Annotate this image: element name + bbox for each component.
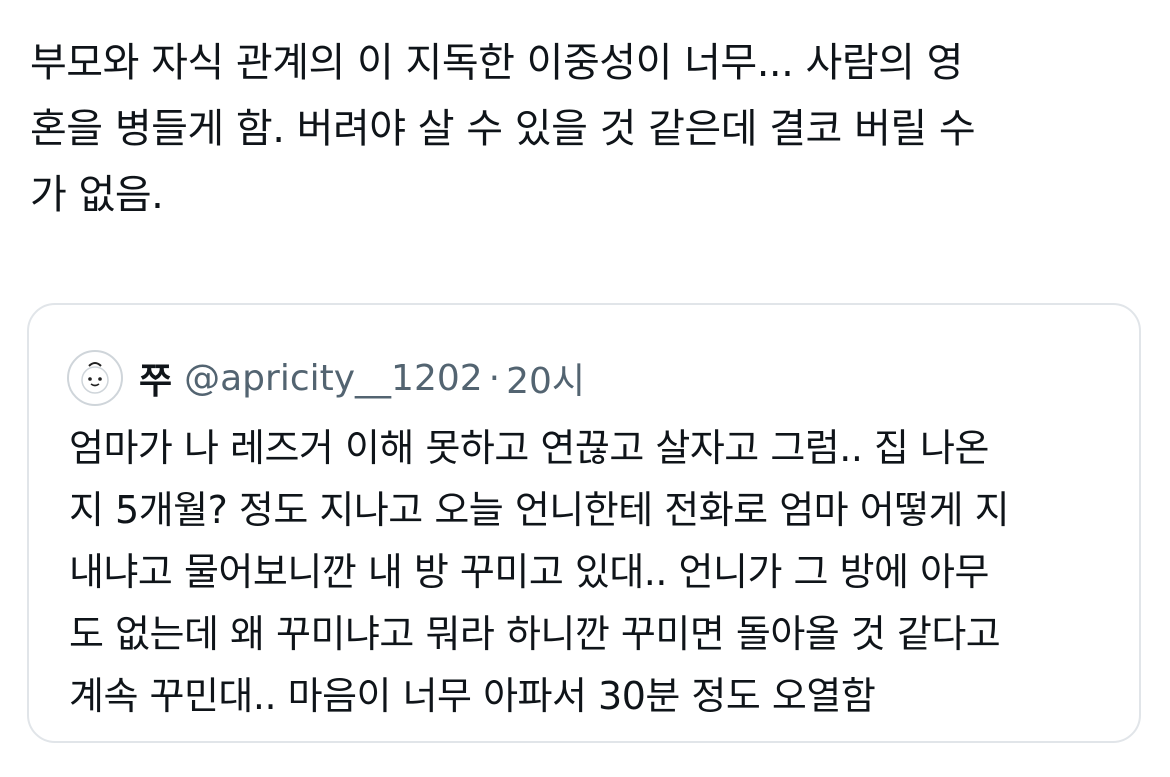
quoted-handle[interactable]: @apricity__1202 <box>184 358 483 399</box>
quoted-tweet-card[interactable]: 쭈 @apricity__1202 · 20시 엄마가 나 레즈거 이해 못하고… <box>27 303 1141 743</box>
separator-dot: · <box>488 357 501 399</box>
tweet-text: 부모와 자식 관계의 이 지독한 이중성이 너무... 사람의 영 혼을 병들게… <box>30 40 976 218</box>
smiling-face-icon <box>81 362 109 394</box>
quoted-tweet-header: 쭈 @apricity__1202 · 20시 <box>67 349 585 407</box>
quoted-timestamp[interactable]: 20시 <box>506 352 585 404</box>
quoted-display-name[interactable]: 쭈 <box>139 352 172 404</box>
quoted-tweet-text: 엄마가 나 레즈거 이해 못하고 연끊고 살자고 그럼.. 집 나온 지 5개월… <box>69 426 1010 718</box>
avatar[interactable] <box>67 350 123 406</box>
